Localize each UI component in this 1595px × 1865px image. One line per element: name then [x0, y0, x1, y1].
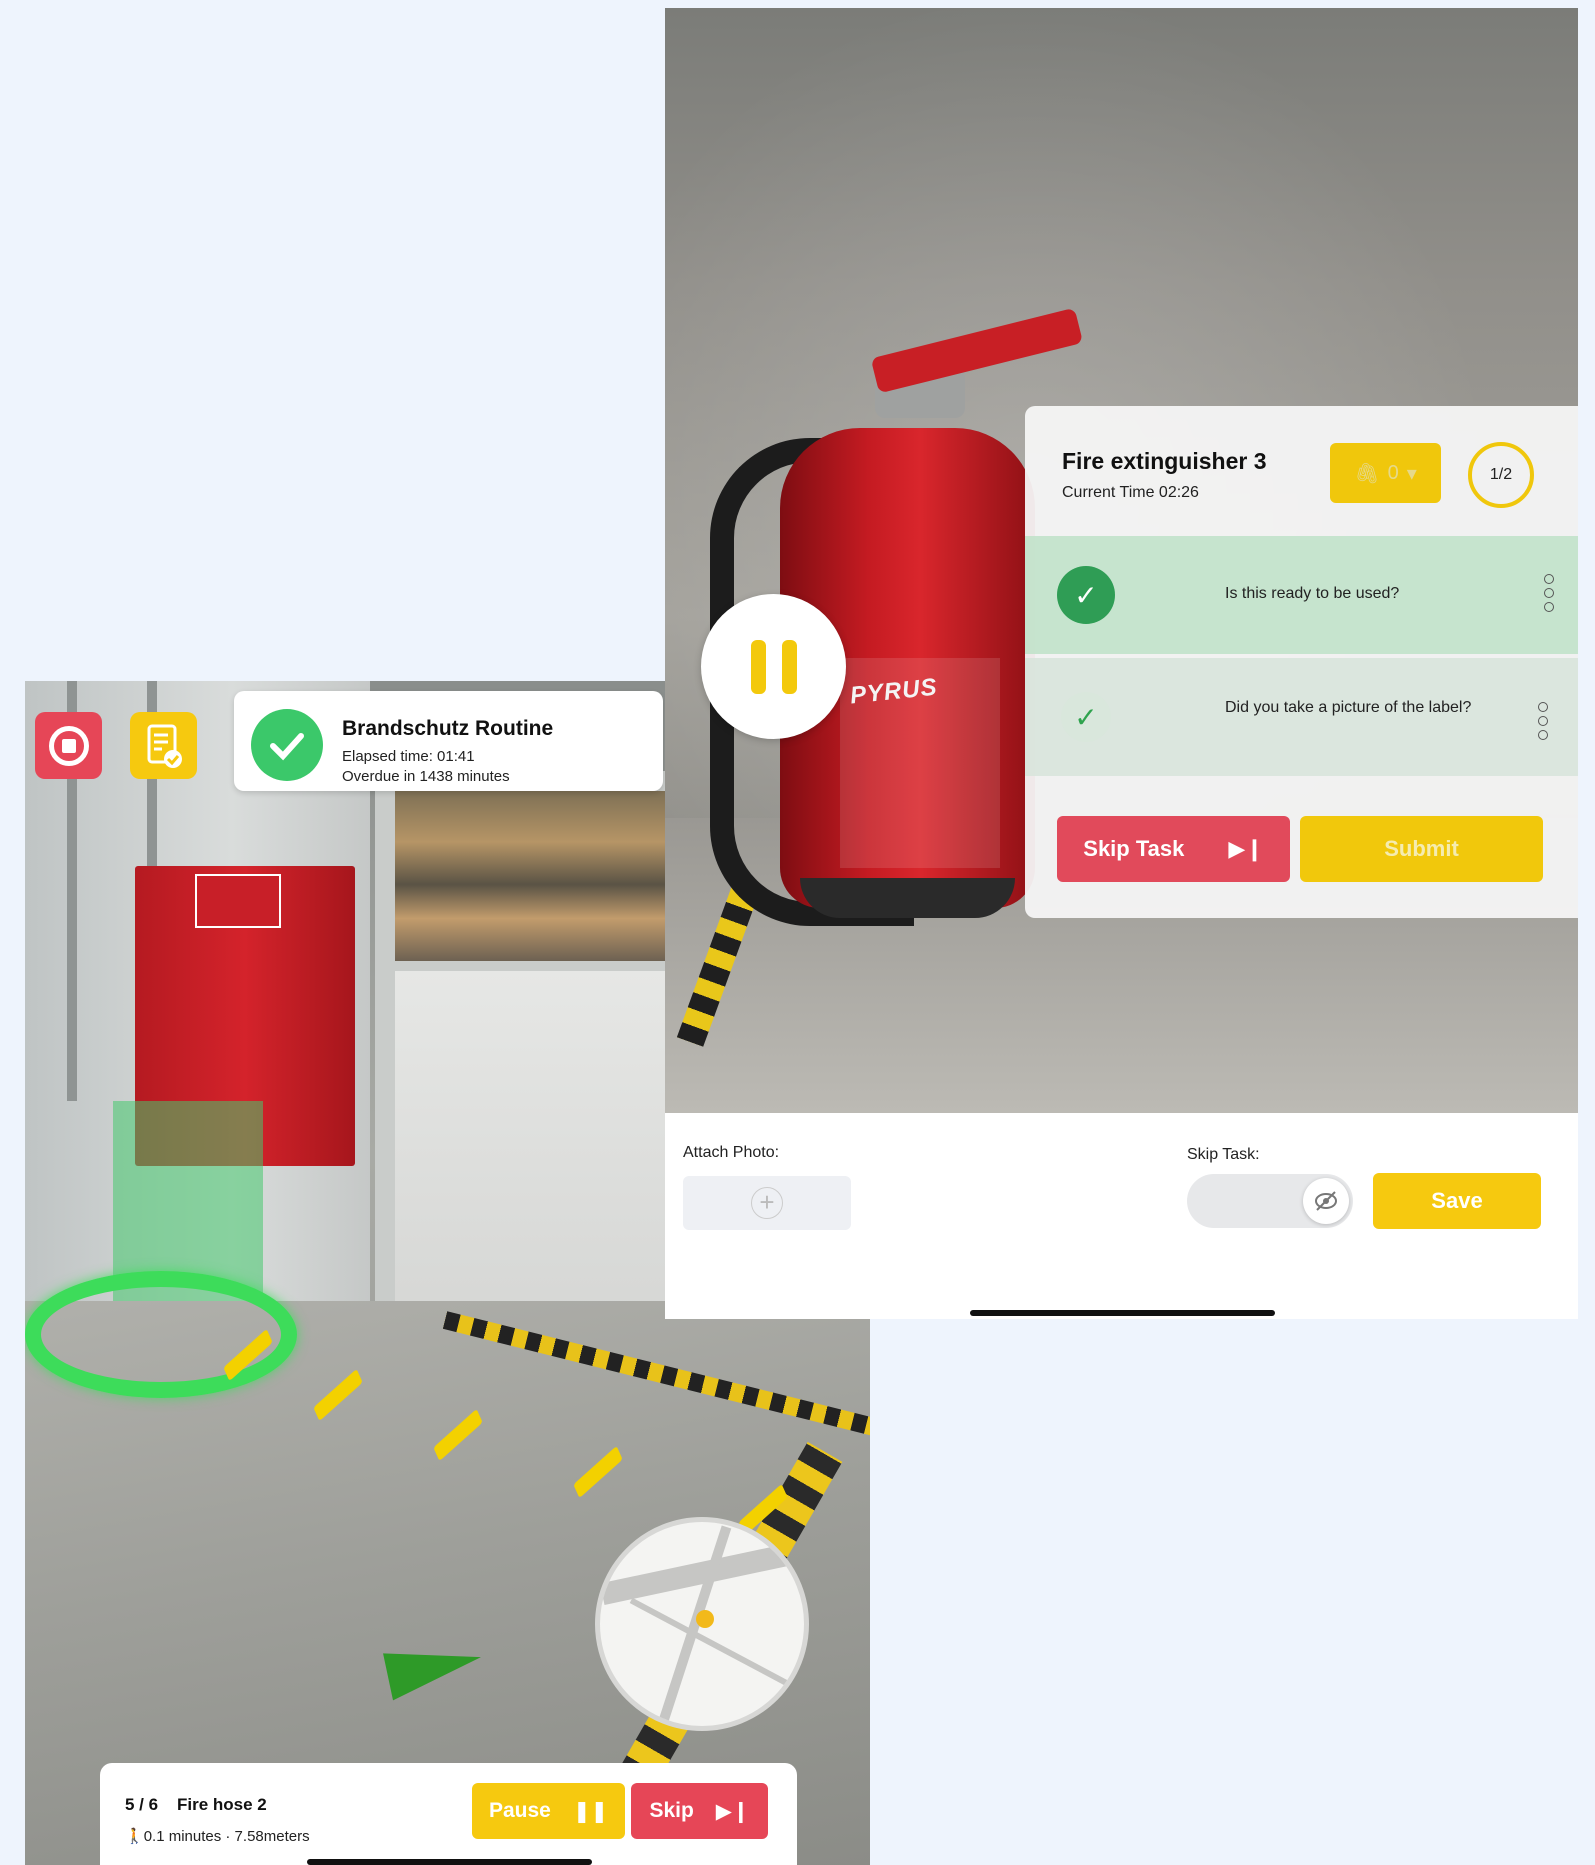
elapsed-time: Elapsed time: 01:41 [342, 748, 475, 765]
question-progress: 1/2 [1468, 442, 1534, 508]
skip-label: Skip [649, 1799, 694, 1822]
attachment-count: 0 [1387, 461, 1399, 484]
question-row[interactable]: ✓ Did you take a picture of the label? [1025, 658, 1578, 776]
chevron-down-icon: ▾ [1406, 462, 1417, 485]
task-title: Fire extinguisher 3 [1062, 448, 1267, 474]
submit-button[interactable]: Submit [1300, 816, 1543, 882]
more-options-icon[interactable] [1544, 574, 1554, 612]
pause-icon [750, 639, 766, 694]
more-options-icon[interactable] [1538, 702, 1548, 740]
eye-off-icon [1303, 1178, 1349, 1224]
check-icon: ✓ [1057, 566, 1115, 624]
pause-icon: ❚❚ [572, 1799, 609, 1823]
skip-next-icon: ▶❙ [715, 1799, 750, 1823]
save-button[interactable]: Save [1373, 1173, 1541, 1229]
step-counter: 5 / 6 [125, 1795, 159, 1814]
ar-target-ring [25, 1271, 297, 1398]
task-bottom-bar: 5 / 6 Fire hose 2 🚶0.1 minutes · 7.58met… [100, 1763, 797, 1865]
paperclip-icon: 🖇 [1354, 462, 1380, 485]
skip-button[interactable]: Skip ▶❙ [631, 1783, 768, 1839]
step-info: 5 / 6 Fire hose 2 [125, 1795, 267, 1815]
ar-highlight-box [113, 1101, 263, 1301]
skip-task-toggle[interactable] [1187, 1174, 1353, 1228]
checklist-icon [147, 724, 182, 768]
right-phone-screen: PYRUS Fire extinguisher 3 Current Time 0… [665, 8, 1578, 1319]
attachments-dropdown[interactable]: 🖇 0 ▾ [1330, 443, 1441, 503]
home-indicator [307, 1859, 592, 1865]
checkmark-icon [251, 709, 323, 781]
walking-person-icon: 🚶 [125, 1828, 144, 1845]
task-panel: Fire extinguisher 3 Current Time 02:26 🖇… [1025, 406, 1578, 918]
skip-task-button[interactable]: Skip Task ▶❙ [1057, 816, 1290, 882]
stop-routine-button[interactable] [35, 712, 102, 779]
skip-next-icon: ▶❙ [1228, 836, 1264, 861]
skip-task-label: Skip Task [1083, 836, 1185, 861]
routine-title: Brandschutz Routine [342, 717, 554, 740]
skip-task-toggle-label: Skip Task: [1187, 1146, 1260, 1163]
plus-icon: + [751, 1187, 783, 1219]
checklist-button[interactable] [130, 712, 197, 779]
attach-photo-button[interactable]: + [683, 1176, 851, 1230]
stop-icon [48, 725, 89, 766]
task-bottom-sheet: Attach Photo: + Skip Task: Save [665, 1113, 1578, 1319]
task-name: Fire hose 2 [177, 1795, 267, 1814]
attach-photo-label: Attach Photo: [683, 1144, 780, 1161]
current-location-marker [696, 1610, 714, 1628]
route-distance: 0.1 minutes · 7.58meters [143, 1828, 310, 1845]
minimap[interactable] [595, 1517, 809, 1731]
question-text: Is this ready to be used? [1225, 585, 1400, 602]
route-meta: 🚶0.1 minutes · 7.58meters [125, 1827, 310, 1845]
check-icon: ✓ [1061, 692, 1111, 742]
question-row[interactable]: ✓ Is this ready to be used? [1025, 536, 1578, 654]
pause-button[interactable] [701, 594, 846, 739]
routine-status-card: Brandschutz Routine Elapsed time: 01:41 … [234, 691, 663, 791]
overdue-time: Overdue in 1438 minutes [342, 768, 510, 785]
home-indicator [970, 1310, 1275, 1316]
question-text: Did you take a picture of the label? [1225, 699, 1472, 716]
pause-icon-bar [781, 639, 797, 694]
current-time: Current Time 02:26 [1062, 484, 1199, 501]
pause-button[interactable]: Pause ❚❚ [472, 1783, 625, 1839]
pause-label: Pause [488, 1799, 551, 1822]
